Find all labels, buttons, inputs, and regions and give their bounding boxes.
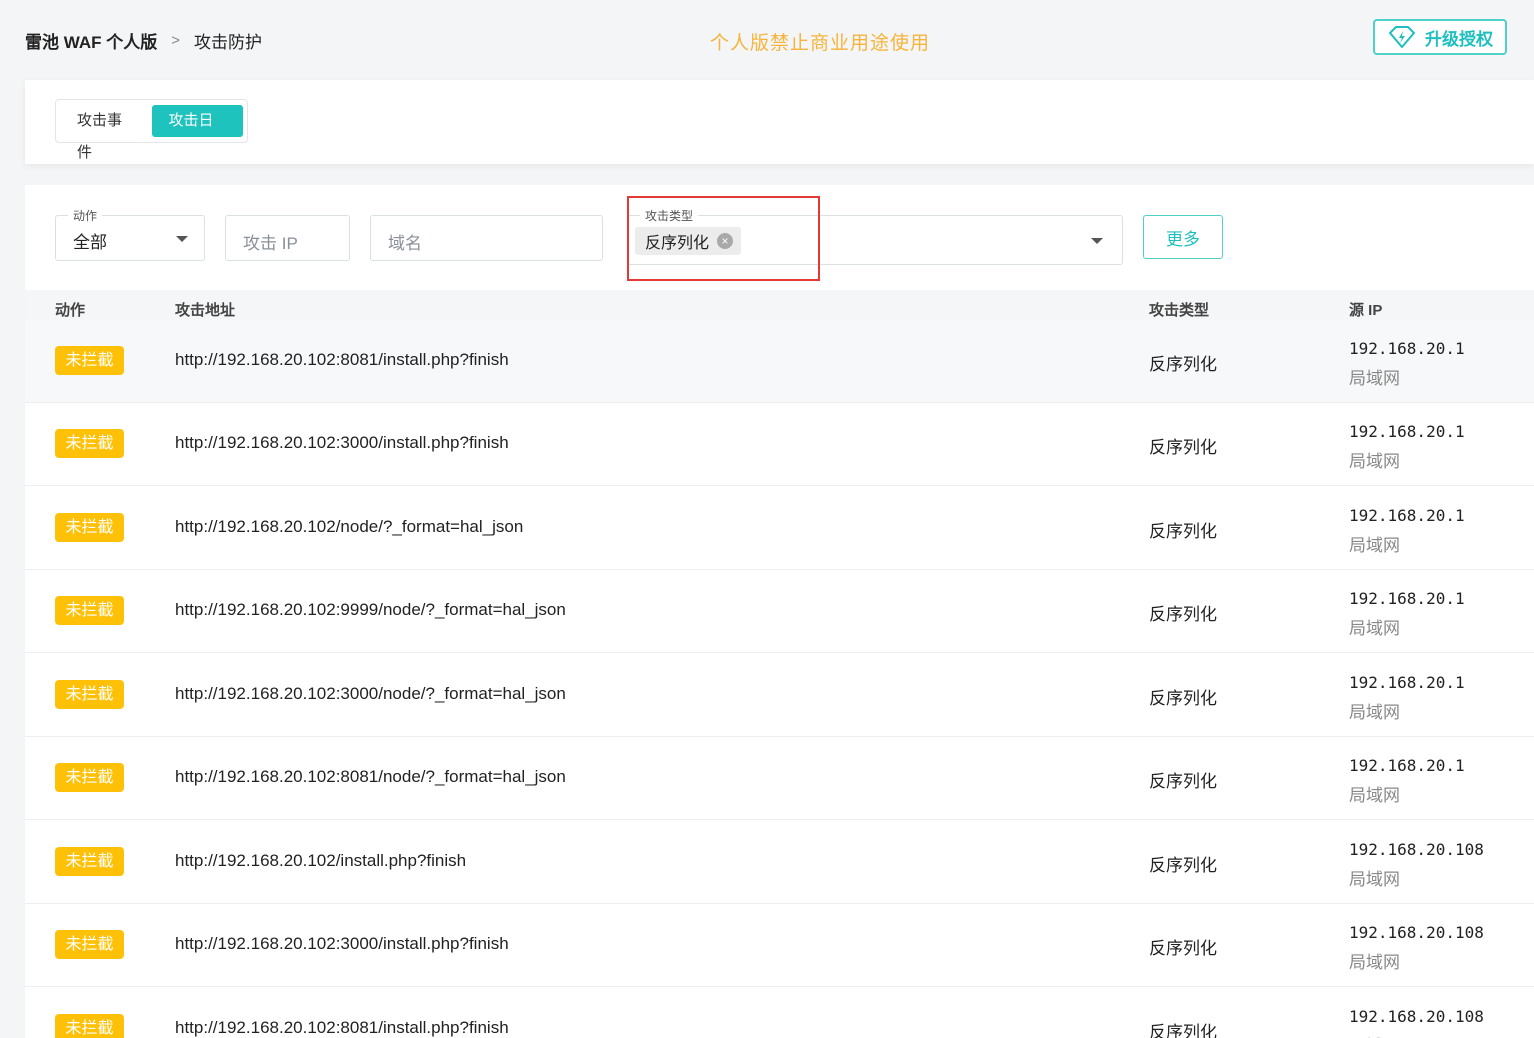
attack-type-cell: 反序列化	[1149, 522, 1217, 541]
source-ip: 192.168.20.1	[1349, 506, 1465, 525]
table-row[interactable]: 未拦截 http://192.168.20.102:8081/install.ph…	[25, 988, 1534, 1038]
table-row[interactable]: 未拦截 http://192.168.20.102:8081/install.ph…	[25, 320, 1534, 403]
source-network: 局域网	[1349, 786, 1400, 805]
attack-type-cell: 反序列化	[1149, 689, 1217, 708]
source-ip: 192.168.20.108	[1349, 1007, 1484, 1026]
source-network: 局域网	[1349, 703, 1400, 722]
source-ip: 192.168.20.1	[1349, 339, 1465, 358]
chevron-right-icon: >	[171, 32, 180, 49]
attack-type-cell: 反序列化	[1149, 438, 1217, 457]
table-row[interactable]: 未拦截 http://192.168.20.102:8081/node/?_for…	[25, 737, 1534, 820]
action-badge: 未拦截	[55, 1014, 124, 1038]
header-source-ip: 源 IP	[1349, 302, 1383, 319]
source-network: 局域网	[1349, 536, 1400, 555]
attack-url[interactable]: http://192.168.20.102:8081/install.php?f…	[175, 350, 509, 370]
app-name[interactable]: 雷池 WAF 个人版	[25, 28, 157, 53]
caret-down-icon	[176, 236, 188, 242]
breadcrumb: 雷池 WAF 个人版 > 攻击防护	[25, 28, 262, 53]
view-switch: 攻击事件 攻击日志	[55, 99, 248, 161]
close-circle-icon[interactable]: ×	[717, 233, 734, 249]
action-badge: 未拦截	[55, 847, 124, 876]
source-network: 局域网	[1349, 452, 1400, 471]
source-network: 局域网	[1349, 870, 1400, 889]
source-network: 局域网	[1349, 1032, 1400, 1038]
tab-attack-events[interactable]: 攻击事件	[60, 105, 152, 161]
table-row[interactable]: 未拦截 http://192.168.20.102:9999/node/?_for…	[25, 570, 1534, 653]
attack-type-cell: 反序列化	[1149, 605, 1217, 624]
action-badge: 未拦截	[55, 930, 124, 959]
attack-url[interactable]: http://192.168.20.102:8081/install.php?f…	[175, 1018, 509, 1038]
header-action: 动作	[55, 302, 86, 319]
attack-type-chip-label: 反序列化	[645, 235, 710, 252]
upgrade-label: 升级授权	[1425, 29, 1493, 49]
attack-url[interactable]: http://192.168.20.102:8081/node/?_format…	[175, 767, 566, 787]
source-network: 局域网	[1349, 953, 1400, 972]
attack-url[interactable]: http://192.168.20.102:3000/install.php?f…	[175, 934, 509, 954]
table-row[interactable]: 未拦截 http://192.168.20.102:3000/node/?_for…	[25, 654, 1534, 737]
action-select[interactable]: 动作 全部	[55, 207, 205, 261]
source-network: 局域网	[1349, 369, 1400, 388]
attack-type-cell: 反序列化	[1149, 856, 1217, 875]
attack-type-chip: 反序列化 ×	[635, 227, 742, 255]
attack-log-panel: 动作 全部 攻击 IP 域名 攻击类型 反序列化 × 更多 动作 攻击地址 攻击…	[25, 185, 1534, 1038]
source-network: 局域网	[1349, 619, 1400, 638]
attack-url[interactable]: http://192.168.20.102:3000/node/?_format…	[175, 684, 566, 704]
attack-type-select[interactable]: 攻击类型 反序列化 ×	[627, 207, 1123, 265]
attack-type-legend: 攻击类型	[640, 207, 699, 224]
source-ip: 192.168.20.1	[1349, 422, 1465, 441]
table-row[interactable]: 未拦截 http://192.168.20.102/node/?_format=h…	[25, 487, 1534, 570]
attack-url[interactable]: http://192.168.20.102:9999/node/?_format…	[175, 600, 566, 620]
action-badge: 未拦截	[55, 596, 124, 625]
attack-type-cell: 反序列化	[1149, 939, 1217, 958]
attack-ip-input[interactable]: 攻击 IP	[225, 215, 350, 261]
domain-placeholder: 域名	[388, 234, 422, 253]
action-badge: 未拦截	[55, 513, 124, 542]
attack-ip-placeholder: 攻击 IP	[243, 234, 298, 253]
tab-attack-logs[interactable]: 攻击日志	[151, 105, 243, 161]
source-ip: 192.168.20.1	[1349, 589, 1465, 608]
attack-url[interactable]: http://192.168.20.102:3000/install.php?f…	[175, 433, 509, 453]
attack-type-cell: 反序列化	[1149, 1023, 1217, 1038]
action-select-legend: 动作	[68, 207, 103, 224]
source-ip: 192.168.20.1	[1349, 673, 1465, 692]
attack-url[interactable]: http://192.168.20.102/node/?_format=hal_…	[175, 517, 523, 537]
action-badge: 未拦截	[55, 763, 124, 792]
diamond-bolt-icon	[1389, 26, 1415, 48]
attack-type-cell: 反序列化	[1149, 772, 1217, 791]
top-header: 雷池 WAF 个人版 > 攻击防护 个人版禁止商业用途使用 升级授权	[0, 0, 1534, 80]
source-ip: 192.168.20.108	[1349, 840, 1484, 859]
upgrade-button[interactable]: 升级授权	[1373, 19, 1507, 55]
table-row[interactable]: 未拦截 http://192.168.20.102:3000/install.ph…	[25, 904, 1534, 987]
caret-down-icon	[1091, 238, 1103, 244]
action-badge: 未拦截	[55, 429, 124, 458]
action-badge: 未拦截	[55, 680, 124, 709]
domain-input[interactable]: 域名	[370, 215, 603, 261]
tab-card: 攻击事件 攻击日志	[25, 80, 1534, 164]
attack-url[interactable]: http://192.168.20.102/install.php?finish	[175, 851, 466, 871]
source-ip: 192.168.20.1	[1349, 756, 1465, 775]
table-row[interactable]: 未拦截 http://192.168.20.102:3000/install.ph…	[25, 403, 1534, 486]
breadcrumb-current: 攻击防护	[193, 33, 262, 52]
header-attack-type: 攻击类型	[1149, 302, 1210, 319]
license-notice: 个人版禁止商业用途使用	[710, 33, 931, 54]
source-ip: 192.168.20.108	[1349, 923, 1484, 942]
action-select-value: 全部	[73, 233, 107, 252]
table-row[interactable]: 未拦截 http://192.168.20.102/install.php?fin…	[25, 821, 1534, 904]
action-badge: 未拦截	[55, 346, 124, 375]
header-url: 攻击地址	[175, 302, 236, 319]
more-filters-button[interactable]: 更多	[1143, 215, 1223, 259]
attack-type-cell: 反序列化	[1149, 355, 1217, 374]
